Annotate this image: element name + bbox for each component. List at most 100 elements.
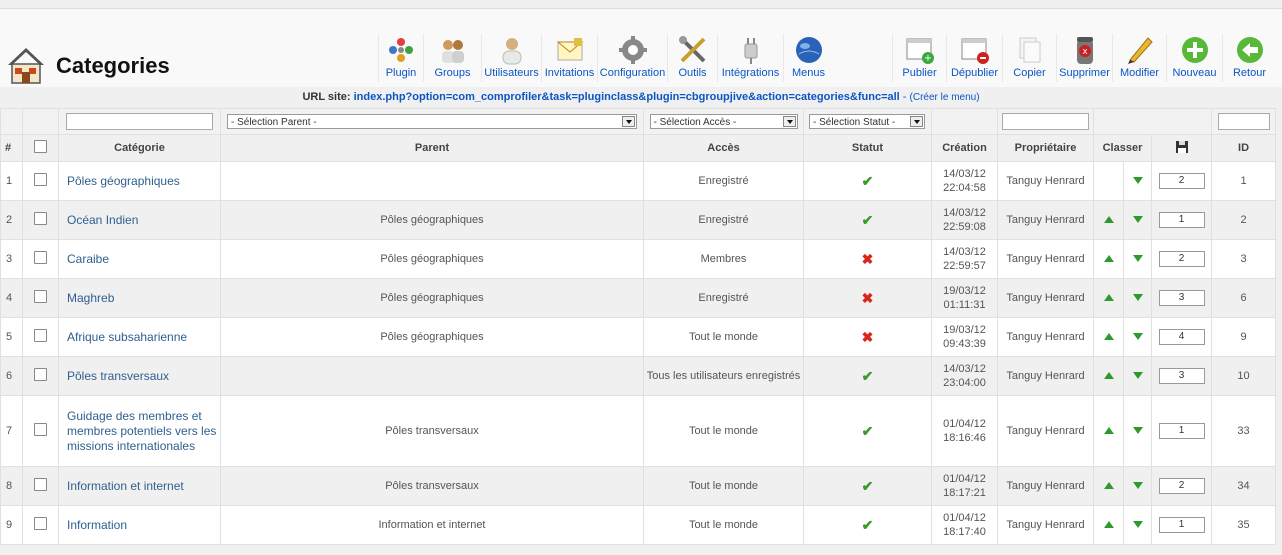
create-menu-link[interactable]: (Créer le menu) — [910, 92, 980, 103]
order-input[interactable]: 1 — [1158, 212, 1205, 228]
arrow-up-icon[interactable] — [1103, 294, 1114, 301]
published-check-icon[interactable]: ✔ — [862, 173, 874, 189]
arrow-down-icon[interactable] — [1132, 372, 1143, 379]
published-check-icon[interactable]: ✔ — [862, 368, 874, 384]
col-proprietaire[interactable]: Propriétaire — [997, 134, 1094, 162]
category-link[interactable]: Information et internet — [60, 479, 220, 494]
groups-label: Groups — [434, 67, 471, 79]
id-filter-input[interactable] — [1217, 113, 1270, 130]
row-checkbox[interactable] — [34, 290, 47, 303]
arrow-up-icon[interactable] — [1103, 255, 1114, 262]
category-link[interactable]: Océan Indien — [60, 213, 220, 228]
arrow-down-icon[interactable] — [1132, 177, 1143, 184]
unpublish-icon — [961, 38, 989, 64]
modifier-label: Modifier — [1119, 67, 1160, 79]
select-all-checkbox[interactable] — [34, 140, 47, 153]
col-categorie[interactable]: Catégorie — [58, 134, 221, 162]
plugin-button[interactable]: Plugin — [378, 34, 423, 82]
published-check-icon[interactable]: ✔ — [862, 517, 874, 533]
status-filter-select[interactable]: - Sélection Statut - — [809, 114, 925, 129]
order-input[interactable]: 3 — [1158, 368, 1205, 384]
row-checkbox[interactable] — [34, 251, 47, 264]
edit-icon — [1127, 37, 1153, 64]
arrow-down-icon[interactable] — [1132, 216, 1143, 223]
order-input[interactable]: 4 — [1158, 329, 1205, 345]
row-checkbox[interactable] — [34, 368, 47, 381]
unpublished-cross-icon[interactable]: ✖ — [862, 251, 874, 267]
unpublished-cross-icon[interactable]: ✖ — [862, 290, 874, 306]
invitations-button[interactable]: Invitations — [541, 34, 597, 82]
owner-cell: Tanguy Henrard — [997, 356, 1094, 396]
row-checkbox[interactable] — [34, 423, 47, 436]
owner-filter-input[interactable] — [1002, 113, 1089, 130]
col-statut[interactable]: Statut — [803, 134, 932, 162]
arrow-up-icon[interactable] — [1103, 216, 1114, 223]
col-creation[interactable]: Création — [931, 134, 998, 162]
published-check-icon[interactable]: ✔ — [862, 423, 874, 439]
copier-label: Copier — [1013, 67, 1046, 79]
row-checkbox[interactable] — [34, 173, 47, 186]
row-checkbox[interactable] — [34, 212, 47, 225]
arrow-up-icon[interactable] — [1103, 427, 1114, 434]
order-input[interactable]: 2 — [1158, 478, 1205, 494]
supprimer-button[interactable]: x Supprimer — [1056, 34, 1112, 82]
order-input[interactable]: 1 — [1158, 517, 1205, 533]
order-input[interactable]: 2 — [1158, 251, 1205, 267]
order-up-cell — [1093, 466, 1124, 506]
depublier-button[interactable]: Dépublier — [946, 34, 1002, 82]
order-input[interactable]: 1 — [1158, 423, 1205, 439]
access-text: Tous les utilisateurs enregistrés — [646, 370, 801, 382]
category-link[interactable]: Guidage des membres et membres potentiel… — [60, 409, 220, 454]
utilisateurs-button[interactable]: Utilisateurs — [481, 34, 541, 82]
category-link[interactable]: Afrique subsaharienne — [60, 330, 220, 345]
arrow-down-icon[interactable] — [1132, 521, 1143, 528]
col-classer[interactable]: Classer — [1093, 134, 1152, 162]
menus-button[interactable]: Menus — [783, 34, 833, 82]
category-link[interactable]: Pôles géographiques — [60, 174, 220, 189]
published-check-icon[interactable]: ✔ — [862, 212, 874, 228]
save-order-icon[interactable] — [1175, 140, 1188, 153]
row-checkbox[interactable] — [34, 478, 47, 491]
arrow-down-icon[interactable] — [1132, 294, 1143, 301]
col-id[interactable]: ID — [1211, 134, 1277, 162]
arrow-down-icon[interactable] — [1132, 482, 1143, 489]
arrow-up-icon[interactable] — [1103, 482, 1114, 489]
published-check-icon[interactable]: ✔ — [862, 478, 874, 494]
col-parent[interactable]: Parent — [220, 134, 644, 162]
nouveau-button[interactable]: Nouveau — [1166, 34, 1222, 82]
category-link[interactable]: Pôles transversaux — [60, 369, 220, 384]
category-link[interactable]: Caraibe — [60, 252, 220, 267]
groups-button[interactable]: Groups — [423, 34, 481, 82]
row-checkbox[interactable] — [34, 517, 47, 530]
modifier-button[interactable]: Modifier — [1112, 34, 1166, 82]
status-cell: ✖ — [803, 239, 932, 279]
owner-text: Tanguy Henrard — [1006, 370, 1085, 382]
outils-button[interactable]: Outils — [667, 34, 717, 82]
row-number: 2 — [0, 200, 23, 240]
order-input[interactable]: 3 — [1158, 290, 1205, 306]
unpublished-cross-icon[interactable]: ✖ — [862, 329, 874, 345]
row-number-text: 3 — [6, 253, 13, 265]
order-down-cell — [1123, 395, 1152, 467]
category-link[interactable]: Information — [60, 518, 220, 533]
category-filter-input[interactable] — [66, 113, 213, 130]
publier-button[interactable]: + Publier — [892, 34, 946, 82]
row-checkbox[interactable] — [34, 329, 47, 342]
category-link[interactable]: Maghreb — [60, 291, 220, 306]
access-filter-select[interactable]: - Sélection Accès - — [649, 114, 798, 129]
arrow-down-icon[interactable] — [1132, 427, 1143, 434]
url-value[interactable]: index.php?option=com_comprofiler&task=pl… — [354, 91, 900, 103]
copier-button[interactable]: Copier — [1002, 34, 1056, 82]
configuration-button[interactable]: Configuration — [597, 34, 667, 82]
arrow-up-icon[interactable] — [1103, 333, 1114, 340]
retour-button[interactable]: Retour — [1222, 34, 1276, 82]
arrow-down-icon[interactable] — [1132, 255, 1143, 262]
order-input[interactable]: 2 — [1158, 173, 1205, 189]
parent-filter-select[interactable]: - Sélection Parent - — [227, 114, 637, 129]
arrow-up-icon[interactable] — [1103, 372, 1114, 379]
id-cell: 9 — [1211, 317, 1277, 357]
arrow-down-icon[interactable] — [1132, 333, 1143, 340]
integrations-button[interactable]: Intégrations — [717, 34, 783, 82]
col-acces[interactable]: Accès — [643, 134, 804, 162]
arrow-up-icon[interactable] — [1103, 521, 1114, 528]
